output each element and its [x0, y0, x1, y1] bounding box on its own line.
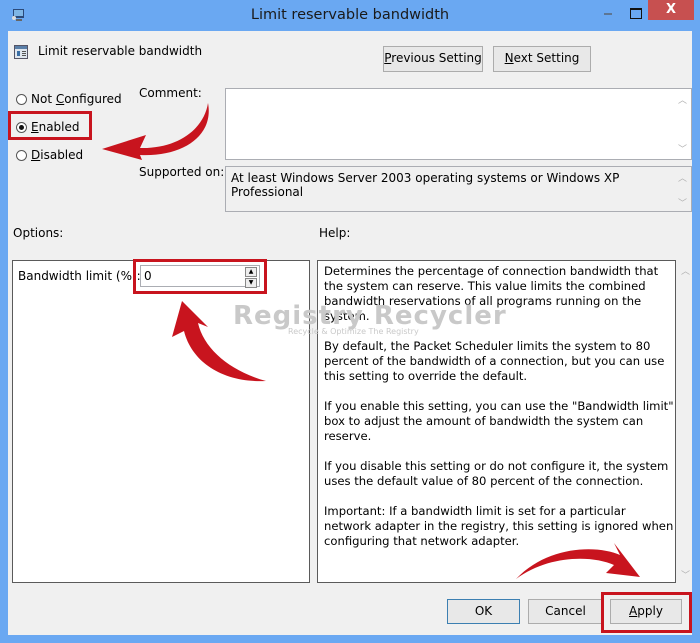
window-title: Limit reservable bandwidth — [250, 7, 450, 23]
comment-scrollbar[interactable]: ︿ ﹀ — [674, 89, 691, 159]
options-label: Options: — [13, 226, 64, 240]
help-paragraph: Determines the percentage of connection … — [324, 264, 659, 323]
supported-on-field: At least Windows Server 2003 operating s… — [225, 166, 692, 212]
policy-setting-icon — [14, 45, 28, 59]
previous-label: revious Setting — [391, 51, 482, 65]
bandwidth-limit-label: Bandwidth limit (%): — [18, 269, 141, 283]
options-panel — [12, 260, 310, 583]
apply-label: pply — [637, 604, 663, 618]
close-icon: X — [665, 2, 677, 17]
help-paragraph: Important: If a bandwidth limit is set f… — [324, 504, 674, 548]
radio-enabled[interactable]: Enabled — [16, 120, 80, 134]
next-accel: N — [504, 51, 514, 65]
scroll-down-icon[interactable]: ﹀ — [674, 196, 691, 209]
radio-accel: D — [31, 148, 41, 162]
radio-indicator-selected — [16, 122, 27, 133]
dialog-window: Limit reservable bandwidth X Limit reser… — [0, 0, 700, 643]
radio-label-part: onfigured — [64, 92, 122, 106]
minimize-button[interactable] — [604, 13, 612, 15]
help-paragraph: If you disable this setting or do not co… — [324, 459, 669, 488]
scroll-up-icon[interactable]: ︿ — [677, 264, 694, 277]
title-bar[interactable]: Limit reservable bandwidth X — [0, 0, 700, 31]
help-paragraph: By default, the Packet Scheduler limits … — [324, 339, 665, 383]
help-scrollbar[interactable]: ︿ ﹀ — [677, 260, 692, 583]
help-panel: Determines the percentage of connection … — [317, 260, 676, 583]
maximize-button[interactable] — [630, 8, 642, 19]
scroll-up-icon[interactable]: ︿ — [674, 93, 691, 106]
radio-label-part: isabled — [40, 148, 84, 162]
bandwidth-limit-spinbox[interactable]: 0 ▲ ▼ — [140, 265, 260, 288]
spin-up-icon[interactable]: ▲ — [245, 267, 257, 277]
scroll-down-icon[interactable]: ﹀ — [677, 568, 694, 581]
supported-on-label: Supported on: — [139, 165, 225, 179]
radio-accel: E — [31, 120, 39, 134]
radio-label-part: nabled — [38, 120, 80, 134]
spin-buttons[interactable]: ▲ ▼ — [245, 267, 257, 288]
spin-down-icon[interactable]: ▼ — [245, 278, 257, 288]
supported-scrollbar[interactable]: ︿ ﹀ — [674, 167, 691, 211]
cancel-button[interactable]: Cancel — [528, 599, 603, 624]
previous-setting-button[interactable]: Previous Setting — [383, 46, 483, 72]
radio-label-part: Not — [31, 92, 56, 106]
radio-indicator — [16, 150, 27, 161]
supported-on-value: At least Windows Server 2003 operating s… — [231, 171, 620, 199]
help-label: Help: — [319, 226, 351, 240]
comment-textarea[interactable]: ︿ ﹀ — [225, 88, 692, 160]
scroll-down-icon[interactable]: ﹀ — [674, 142, 691, 155]
policy-name: Limit reservable bandwidth — [38, 44, 203, 58]
bandwidth-limit-value[interactable]: 0 — [144, 269, 152, 283]
radio-indicator — [16, 94, 27, 105]
ok-button[interactable]: OK — [447, 599, 520, 624]
next-label: ext Setting — [513, 51, 580, 65]
help-paragraph: If you enable this setting, you can use … — [324, 399, 674, 443]
arrow-to-enabled — [102, 103, 209, 160]
apply-button[interactable]: Apply — [610, 599, 682, 624]
radio-accel: C — [55, 92, 65, 106]
scroll-up-icon[interactable]: ︿ — [674, 171, 691, 184]
help-text: Determines the percentage of connection … — [324, 264, 674, 564]
radio-not-configured[interactable]: Not Configured — [16, 92, 122, 106]
radio-disabled[interactable]: Disabled — [16, 148, 83, 162]
close-button[interactable]: X — [648, 0, 694, 20]
next-setting-button[interactable]: Next Setting — [493, 46, 591, 72]
comment-label: Comment: — [139, 86, 202, 100]
dialog-client-area: Limit reservable bandwidth Previous Sett… — [8, 31, 692, 635]
